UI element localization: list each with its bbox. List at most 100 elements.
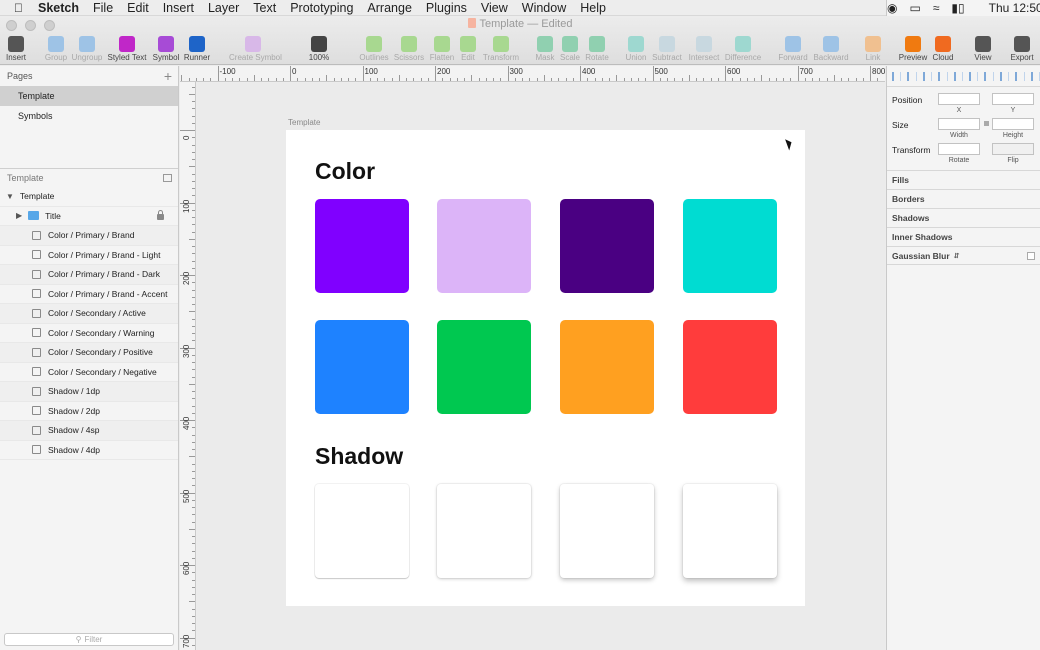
layer-row[interactable]: Shadow / 1dp <box>0 382 178 402</box>
blur-checkbox[interactable] <box>1027 251 1035 260</box>
menu-plugins[interactable]: Plugins <box>426 1 467 15</box>
toolbar-runner-button[interactable]: Runner <box>173 36 221 62</box>
artboard-template[interactable]: Color Shadow <box>286 130 805 606</box>
height-field[interactable] <box>992 118 1034 130</box>
layer-group-template[interactable]: ▼ Template <box>0 187 178 207</box>
shadow-card-2dp[interactable] <box>437 484 531 578</box>
layer-row[interactable]: Color / Primary / Brand - Light <box>0 246 178 265</box>
shadow-card-1dp[interactable] <box>315 484 409 578</box>
chevron-updown-icon[interactable]: ⇵ <box>954 252 960 260</box>
layer-row[interactable]: Shadow / 2dp <box>0 402 178 421</box>
layer-row[interactable]: Color / Primary / Brand <box>0 226 178 246</box>
menu-arrange[interactable]: Arrange <box>367 1 411 15</box>
toolbar-backward-button[interactable]: Backward <box>807 36 855 62</box>
layer-row[interactable]: Color / Secondary / Active <box>0 304 178 324</box>
align-icon[interactable] <box>969 71 979 81</box>
rotate-field[interactable] <box>938 143 980 155</box>
color-swatch-positive[interactable] <box>560 320 654 414</box>
flip-buttons[interactable] <box>992 143 1034 155</box>
gaussian-blur-section[interactable]: Gaussian Blur ⇵ <box>887 246 1040 265</box>
menu-file[interactable]: File <box>93 1 113 15</box>
fills-section[interactable]: Fills <box>887 170 1040 189</box>
ruler-tick <box>594 78 596 81</box>
menu-help[interactable]: Help <box>580 1 606 15</box>
color-swatch-negative[interactable] <box>683 320 777 414</box>
y-field[interactable] <box>992 93 1034 105</box>
toolbar-transform-button[interactable]: Transform <box>477 36 525 62</box>
menu-insert[interactable]: Insert <box>163 1 194 15</box>
layer-row[interactable]: Color / Primary / Brand - Dark <box>0 265 178 285</box>
ruler-tick <box>261 78 262 81</box>
color-swatch-brand-accent[interactable] <box>683 199 777 293</box>
battery-icon[interactable]: ▮▯ <box>951 1 964 15</box>
record-icon[interactable]: ◉ <box>887 1 897 15</box>
align-icon[interactable] <box>953 71 964 81</box>
shadow-card-4dp[interactable] <box>683 484 777 578</box>
align-icon[interactable] <box>922 71 933 81</box>
toolbar-100-button[interactable]: 100% <box>295 36 343 62</box>
color-swatch-brand[interactable] <box>315 199 409 293</box>
filter-input[interactable]: ⚲ Filter <box>4 633 174 646</box>
layer-row[interactable]: Shadow / 4dp <box>0 441 178 460</box>
toolbar-label: Runner <box>183 53 211 62</box>
align-icon[interactable] <box>999 71 1010 81</box>
airplay-icon[interactable]: ▭ <box>909 1 920 15</box>
page-label: Template <box>18 91 55 101</box>
layer-row[interactable]: Color / Secondary / Positive <box>0 343 178 363</box>
ruler-tick <box>192 507 195 508</box>
ruler-tick <box>754 78 755 81</box>
layer-row[interactable]: ▶ Title <box>0 207 178 226</box>
shadows-section[interactable]: Shadows <box>887 208 1040 227</box>
layer-row[interactable]: Shadow / 4sp <box>0 421 178 441</box>
align-icon[interactable] <box>892 71 902 81</box>
inner-shadows-section[interactable]: Inner Shadows <box>887 227 1040 246</box>
toolbar-difference-button[interactable]: Difference <box>719 36 767 62</box>
layer-list: ▶ Title Color / Primary / Brand Color / Pri… <box>0 207 178 460</box>
menu-app[interactable]: Sketch <box>38 1 79 15</box>
borders-section[interactable]: Borders <box>887 189 1040 208</box>
width-field[interactable] <box>938 118 980 130</box>
add-page-icon[interactable]: + <box>164 68 172 84</box>
align-icon[interactable] <box>938 71 948 81</box>
artboard-title[interactable]: Template <box>288 118 320 127</box>
layer-row[interactable]: Color / Primary / Brand - Accent <box>0 285 178 304</box>
menu-text[interactable]: Text <box>253 1 276 15</box>
lock-icon[interactable] <box>157 209 164 220</box>
align-icon[interactable] <box>907 71 917 81</box>
page-symbols[interactable]: Symbols <box>0 106 178 126</box>
color-swatch-warning[interactable] <box>437 320 531 414</box>
apple-icon[interactable]:  <box>14 1 28 15</box>
toolbar-create-symbol-button[interactable]: Create Symbol <box>229 36 282 62</box>
ruler-vertical[interactable]: 0 100 200 300 400 500 600 700 <box>180 82 196 650</box>
menu-layer[interactable]: Layer <box>208 1 239 15</box>
layer-row[interactable]: Color / Secondary / Warning <box>0 324 178 343</box>
clock[interactable]: Thu 12:50 <box>989 1 1040 15</box>
lock-ratio-icon[interactable] <box>984 121 989 126</box>
align-icon[interactable] <box>984 71 994 81</box>
color-heading[interactable]: Color <box>315 158 375 185</box>
ruler-tick <box>761 75 763 81</box>
shadow-heading[interactable]: Shadow <box>315 443 403 470</box>
toolbar-export-button[interactable]: Export <box>998 36 1040 62</box>
page-template[interactable]: Template <box>0 86 178 106</box>
wifi-icon[interactable]: ≈ <box>933 1 940 15</box>
ruler-tick <box>192 478 195 479</box>
pages-spacer <box>0 126 178 168</box>
layer-row[interactable]: Color / Secondary / Negative <box>0 363 178 382</box>
color-swatch-brand-dark[interactable] <box>560 199 654 293</box>
x-field[interactable] <box>938 93 980 105</box>
align-icon[interactable] <box>1030 71 1040 81</box>
menu-window[interactable]: Window <box>522 1 566 15</box>
align-icon[interactable] <box>1015 71 1025 81</box>
menu-edit[interactable]: Edit <box>127 1 149 15</box>
disclosure-down-icon[interactable]: ▼ <box>6 192 14 201</box>
menu-prototyping[interactable]: Prototyping <box>290 1 353 15</box>
ruler-horizontal[interactable]: -100 0 100 200 300 400 500 600 700 800 <box>180 66 885 82</box>
color-swatch-brand-light[interactable] <box>437 199 531 293</box>
color-swatch-active[interactable] <box>315 320 409 414</box>
disclosure-right-icon[interactable]: ▶ <box>16 211 22 220</box>
menu-view[interactable]: View <box>481 1 508 15</box>
folder-icon <box>28 211 40 221</box>
collapse-layers-icon[interactable] <box>163 174 172 182</box>
shadow-card-4sp[interactable] <box>560 484 654 578</box>
